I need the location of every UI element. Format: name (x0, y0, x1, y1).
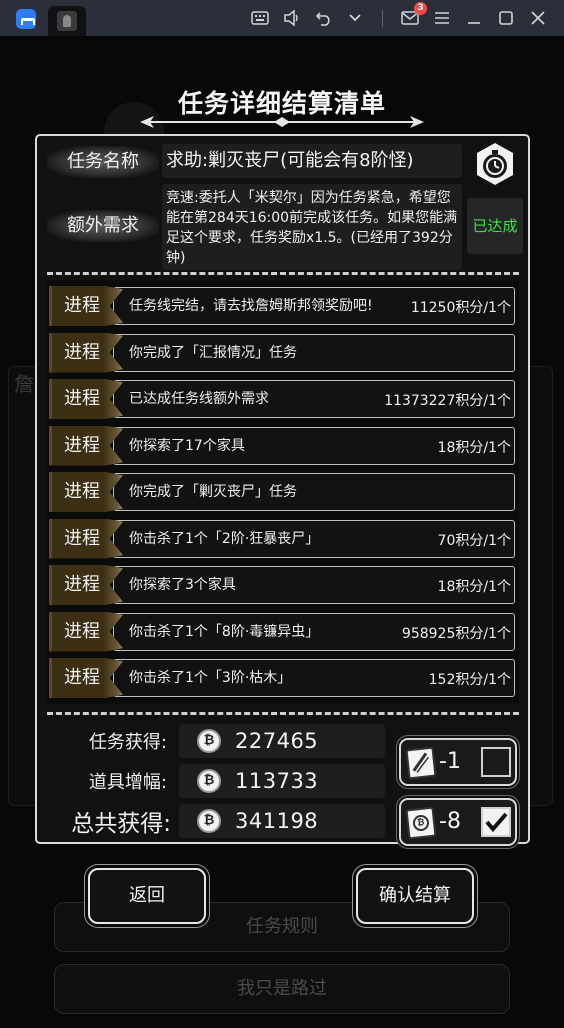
maximize-icon[interactable] (494, 6, 518, 30)
progress-value: 11250积分/1个 (410, 300, 511, 316)
progress-tag: 进程 (49, 565, 123, 605)
progress-value: 70积分/1个 (437, 532, 511, 549)
coin-icon: ₿ (197, 809, 221, 833)
background-side-text: 詹 (14, 372, 34, 396)
progress-value: 11373227积分/1个 (384, 393, 511, 409)
coin-card-item-toggle[interactable]: ₿ -8 (399, 798, 517, 846)
title-ornament (140, 116, 424, 128)
progress-tag: 进程 (49, 658, 123, 698)
progress-text: 你击杀了1个「3阶·枯木」 (129, 670, 292, 686)
progress-text: 你探索了3个家具 (129, 577, 236, 593)
game-tab-icon (57, 11, 77, 31)
scroll-item-toggle[interactable]: -1 (399, 738, 517, 786)
coin-card-item-checkbox[interactable] (481, 807, 511, 837)
quest-name-value: 求助:剿灭丧尸(可能会有8阶怪) (162, 144, 462, 178)
back-button[interactable]: 返回 (88, 868, 206, 924)
scroll-item-checkbox[interactable] (481, 747, 511, 777)
undo-icon[interactable] (312, 6, 336, 30)
mail-badge: 3 (414, 2, 427, 15)
item-bonus-value: 113733 (235, 769, 319, 793)
scroll-item-icon (405, 746, 437, 780)
progress-value: 152积分/1个 (428, 672, 511, 688)
coin-icon: ₿ (412, 814, 430, 832)
keyboard-icon[interactable] (248, 6, 272, 30)
progress-row: 进程 你完成了「汇报情况」任务 (49, 332, 515, 373)
quest-name-label: 任务名称 (47, 146, 159, 178)
item-bonus-box: ₿ 113733 (179, 764, 385, 798)
progress-tag: 进程 (49, 379, 123, 419)
task-earned-label: 任务获得: (88, 732, 167, 753)
progress-tag: 进程 (49, 611, 123, 652)
game-tab[interactable] (48, 6, 86, 36)
progress-value: 958925积分/1个 (401, 625, 511, 642)
progress-text: 你击杀了1个「8阶·毒镰异虫」 (129, 623, 320, 640)
extra-requirement-text: 竞速:委托人「米契尔」因为任务紧急，希望您能在第284天16:00前完成该任务。… (162, 184, 462, 270)
settlement-panel: 任务名称 求助:剿灭丧尸(可能会有8阶怪) 额外需求 竞速:委托人「米契尔」因为… (35, 134, 530, 846)
progress-text: 已达成任务线额外需求 (129, 391, 269, 407)
progress-row: 958925积分/1个 进程 你击杀了1个「8阶·毒镰异虫」 (49, 611, 515, 652)
progress-row: 11373227积分/1个 进程 已达成任务线额外需求 (49, 379, 515, 419)
task-earned-box: ₿ 227465 (179, 724, 385, 758)
menu-icon[interactable] (430, 6, 454, 30)
progress-list[interactable]: 11250积分/1个 进程 任务线完结，请去找詹姆斯邦领奖励吧! 进程 你完成了「汇报情… (47, 280, 519, 704)
checkmark-icon (485, 812, 508, 833)
minimize-icon[interactable] (462, 6, 486, 30)
status-badge: 已达成 (467, 198, 523, 254)
progress-text: 你探索了17个家具 (129, 437, 245, 454)
divider (47, 272, 519, 275)
progress-tag: 进程 (49, 518, 123, 559)
progress-tag: 进程 (49, 472, 123, 512)
progress-value: 18积分/1个 (437, 439, 511, 456)
total-earned-label: 总共获得: (71, 811, 171, 837)
progress-row: 11250积分/1个 进程 任务线完结，请去找詹姆斯邦领奖励吧! (49, 286, 515, 326)
progress-tag: 进程 (49, 332, 123, 373)
confirm-settlement-button[interactable]: 确认结算 (356, 868, 474, 924)
progress-row: 152积分/1个 进程 你击杀了1个「3阶·枯木」 (49, 658, 515, 698)
toolbar-divider (382, 10, 383, 27)
progress-row: 18积分/1个 进程 你探索了3个家具 (49, 565, 515, 605)
divider (47, 712, 519, 715)
progress-tag: 进程 (49, 425, 123, 466)
progress-row: 70积分/1个 进程 你击杀了1个「2阶·狂暴丧尸」 (49, 518, 515, 559)
total-earned-box: ₿ 341198 (179, 804, 385, 838)
close-icon[interactable] (526, 6, 550, 30)
emulator-title-bar: 3 (0, 0, 564, 36)
coin-icon: ₿ (197, 769, 221, 793)
volume-icon[interactable] (280, 6, 304, 30)
coin-card-item-icon: ₿ (405, 806, 437, 840)
progress-row: 进程 你完成了「剿灭丧尸」任务 (49, 472, 515, 512)
scroll-item-count: -1 (439, 749, 461, 774)
coin-icon: ₿ (197, 729, 221, 753)
coin-card-item-count: -8 (439, 809, 461, 834)
progress-text: 你击杀了1个「2阶·狂暴丧尸」 (129, 530, 320, 547)
progress-text: 你完成了「剿灭丧尸」任务 (129, 484, 297, 500)
progress-tag: 进程 (49, 286, 123, 326)
extra-requirement-label: 额外需求 (47, 210, 159, 242)
progress-text: 任务线完结，请去找詹姆斯邦领奖励吧! (129, 298, 373, 314)
progress-row: 18积分/1个 进程 你探索了17个家具 (49, 425, 515, 466)
chevron-down-icon[interactable] (343, 6, 367, 30)
progress-value: 18积分/1个 (437, 579, 511, 595)
progress-text: 你完成了「汇报情况」任务 (129, 344, 297, 361)
multi-app-logo-icon[interactable] (16, 9, 36, 29)
background-pass-button: 我只是路过 (54, 964, 510, 1014)
stopwatch-icon (477, 143, 513, 185)
item-bonus-label: 道具增幅: (88, 772, 167, 793)
total-earned-value: 341198 (235, 809, 319, 833)
task-earned-value: 227465 (235, 729, 319, 753)
